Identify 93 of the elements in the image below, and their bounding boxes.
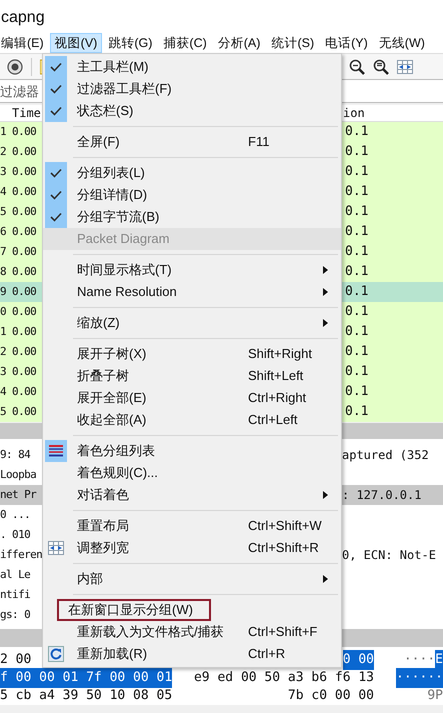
hex-ascii: 9P xyxy=(427,687,443,706)
detail-text: ntifi xyxy=(0,586,30,603)
menu-item[interactable]: Name Resolution xyxy=(43,281,341,303)
packet-cell-text: 8 0.00 xyxy=(0,264,36,280)
packet-cell-text: 3 0.00 xyxy=(0,164,36,180)
packet-cell-text: 0.1 xyxy=(345,323,370,342)
hex-ascii: E xyxy=(435,650,443,670)
zoom-out-icon[interactable] xyxy=(349,58,365,74)
menu-item[interactable]: 调整列宽 Ctrl+Shift+R xyxy=(43,537,341,559)
column-header[interactable]: ion xyxy=(343,104,443,122)
column-width-icon xyxy=(397,60,413,74)
packet-cell-text: 0.1 xyxy=(345,243,370,262)
menu-item[interactable]: 缩放(Z) xyxy=(43,312,341,334)
hex-bytes: 5 cb a4 39 50 10 08 05 xyxy=(0,687,172,706)
packet-cell-text: 1 0.00 xyxy=(0,324,36,340)
packet-cell-text: 4 0.00 xyxy=(0,184,36,200)
submenu-arrow-icon xyxy=(323,288,328,296)
check-icon xyxy=(50,190,62,200)
packet-cell-text: 0.1 xyxy=(345,223,370,242)
packet-cell-text: 3 0.00 xyxy=(0,364,36,380)
menu-item[interactable]: 重置布局 Ctrl+Shift+W xyxy=(43,515,341,537)
hex-ascii: ······ xyxy=(396,668,443,688)
packet-cell-text: 2 0.00 xyxy=(0,144,36,160)
hex-bytes: 7b c0 00 00 xyxy=(288,687,374,706)
check-icon xyxy=(50,84,62,94)
detail-text: : 127.0.0.1 xyxy=(342,487,422,504)
hex-bytes: 0 00 xyxy=(342,650,374,670)
menu-item[interactable]: 时间显示格式(T) xyxy=(43,259,341,281)
column-width-icon xyxy=(48,541,64,555)
packet-cell-text: 2 0.00 xyxy=(0,344,36,360)
menu-bar-item[interactable]: 无线(W) xyxy=(374,33,430,53)
menu-item[interactable]: 重新加载(R) Ctrl+R xyxy=(43,643,341,665)
packet-cell-text: 0.1 xyxy=(345,303,370,322)
packet-cell-text: 0.1 xyxy=(345,403,370,422)
column-header[interactable]: Time xyxy=(0,104,41,122)
packet-cell-text: 5 0.00 xyxy=(0,404,36,420)
packet-cell-text: 0.1 xyxy=(345,383,370,402)
menu-item[interactable]: 展开子树(X) Shift+Right xyxy=(43,343,341,365)
check-icon xyxy=(50,106,62,116)
packet-cell-text: 4 0.00 xyxy=(0,384,36,400)
menu-item[interactable]: 分组详情(D) xyxy=(43,184,341,206)
menu-item[interactable]: 重新载入为文件格式/捕获 Ctrl+Shift+F xyxy=(43,621,341,643)
packet-cell-text: 9 0.00 xyxy=(0,284,36,300)
menu-item[interactable]: 内部 xyxy=(43,568,341,590)
zoom-reset-icon[interactable] xyxy=(373,58,389,74)
window-title: capng xyxy=(0,8,45,28)
packet-cell-text: 0.1 xyxy=(345,183,370,202)
hex-bytes: e9 ed 00 50 a3 b6 f6 13 xyxy=(194,669,374,688)
packet-cell-text: 1 0.00 xyxy=(0,124,36,140)
capture-options-icon[interactable] xyxy=(7,58,23,74)
check-icon xyxy=(50,168,62,178)
menu-item[interactable]: 过滤器工具栏(F) xyxy=(43,78,341,100)
submenu-arrow-icon xyxy=(323,266,328,274)
packet-cell-text: 0.1 xyxy=(345,143,370,162)
striped-lines-icon xyxy=(49,445,63,457)
hex-bytes: 2 00 xyxy=(0,651,32,670)
menu-bar-item[interactable]: 捕获(C) xyxy=(158,33,212,53)
packet-cell-text: 0.1 xyxy=(345,283,370,302)
detail-text: net Pr xyxy=(0,486,36,503)
menu-item[interactable]: 折叠子树 Shift+Left xyxy=(43,365,341,387)
submenu-arrow-icon xyxy=(323,319,328,327)
packet-cell-text: 0.1 xyxy=(345,203,370,222)
hex-ascii: ···· xyxy=(404,651,436,670)
menu-item[interactable]: 分组列表(L) xyxy=(43,162,341,184)
menu-bar-item[interactable]: 跳转(G) xyxy=(103,33,158,53)
menu-item[interactable]: 展开全部(E) Ctrl+Right xyxy=(43,387,341,409)
check-icon xyxy=(50,212,62,222)
packet-cell-text: 0.1 xyxy=(345,163,370,182)
packet-cell-text: 0 0.00 xyxy=(0,304,36,320)
menu-item[interactable]: 全屏(F) F11 xyxy=(43,131,341,153)
menu-item[interactable]: 对话着色 xyxy=(43,484,341,506)
packet-cell-text: 7 0.00 xyxy=(0,244,36,260)
menu-bar-item[interactable]: 编辑(E) xyxy=(0,33,49,53)
menu-bar-item[interactable]: 视图(V) xyxy=(50,33,102,53)
packet-cell-text: 0.1 xyxy=(345,123,370,142)
check-icon xyxy=(50,62,62,72)
packet-cell-text: 6 0.00 xyxy=(0,224,36,240)
menu-item[interactable]: 着色分组列表 xyxy=(43,440,341,462)
menu-item[interactable]: 状态栏(S) xyxy=(43,100,341,122)
submenu-arrow-icon xyxy=(323,491,328,499)
packet-cell-text: 0.1 xyxy=(345,343,370,362)
packet-cell-text: 0.1 xyxy=(345,363,370,382)
packet-cell-text: 5 0.00 xyxy=(0,204,36,220)
menu-bar-item[interactable]: 统计(S) xyxy=(266,33,320,53)
menu-item[interactable]: 分组字节流(B) xyxy=(43,206,341,228)
submenu-arrow-icon xyxy=(323,575,328,583)
reload-icon xyxy=(48,646,64,662)
menu-item[interactable]: 着色规则(C)... xyxy=(43,462,341,484)
packet-cell-text: 0.1 xyxy=(345,263,370,282)
menu-bar-item[interactable]: 电话(Y) xyxy=(320,33,373,53)
hex-bytes: f 00 00 01 7f 00 00 01 xyxy=(0,668,172,688)
menu-item[interactable]: 收起全部(A) Ctrl+Left xyxy=(43,409,341,431)
menu-bar-item[interactable]: 分析(A) xyxy=(212,33,266,53)
